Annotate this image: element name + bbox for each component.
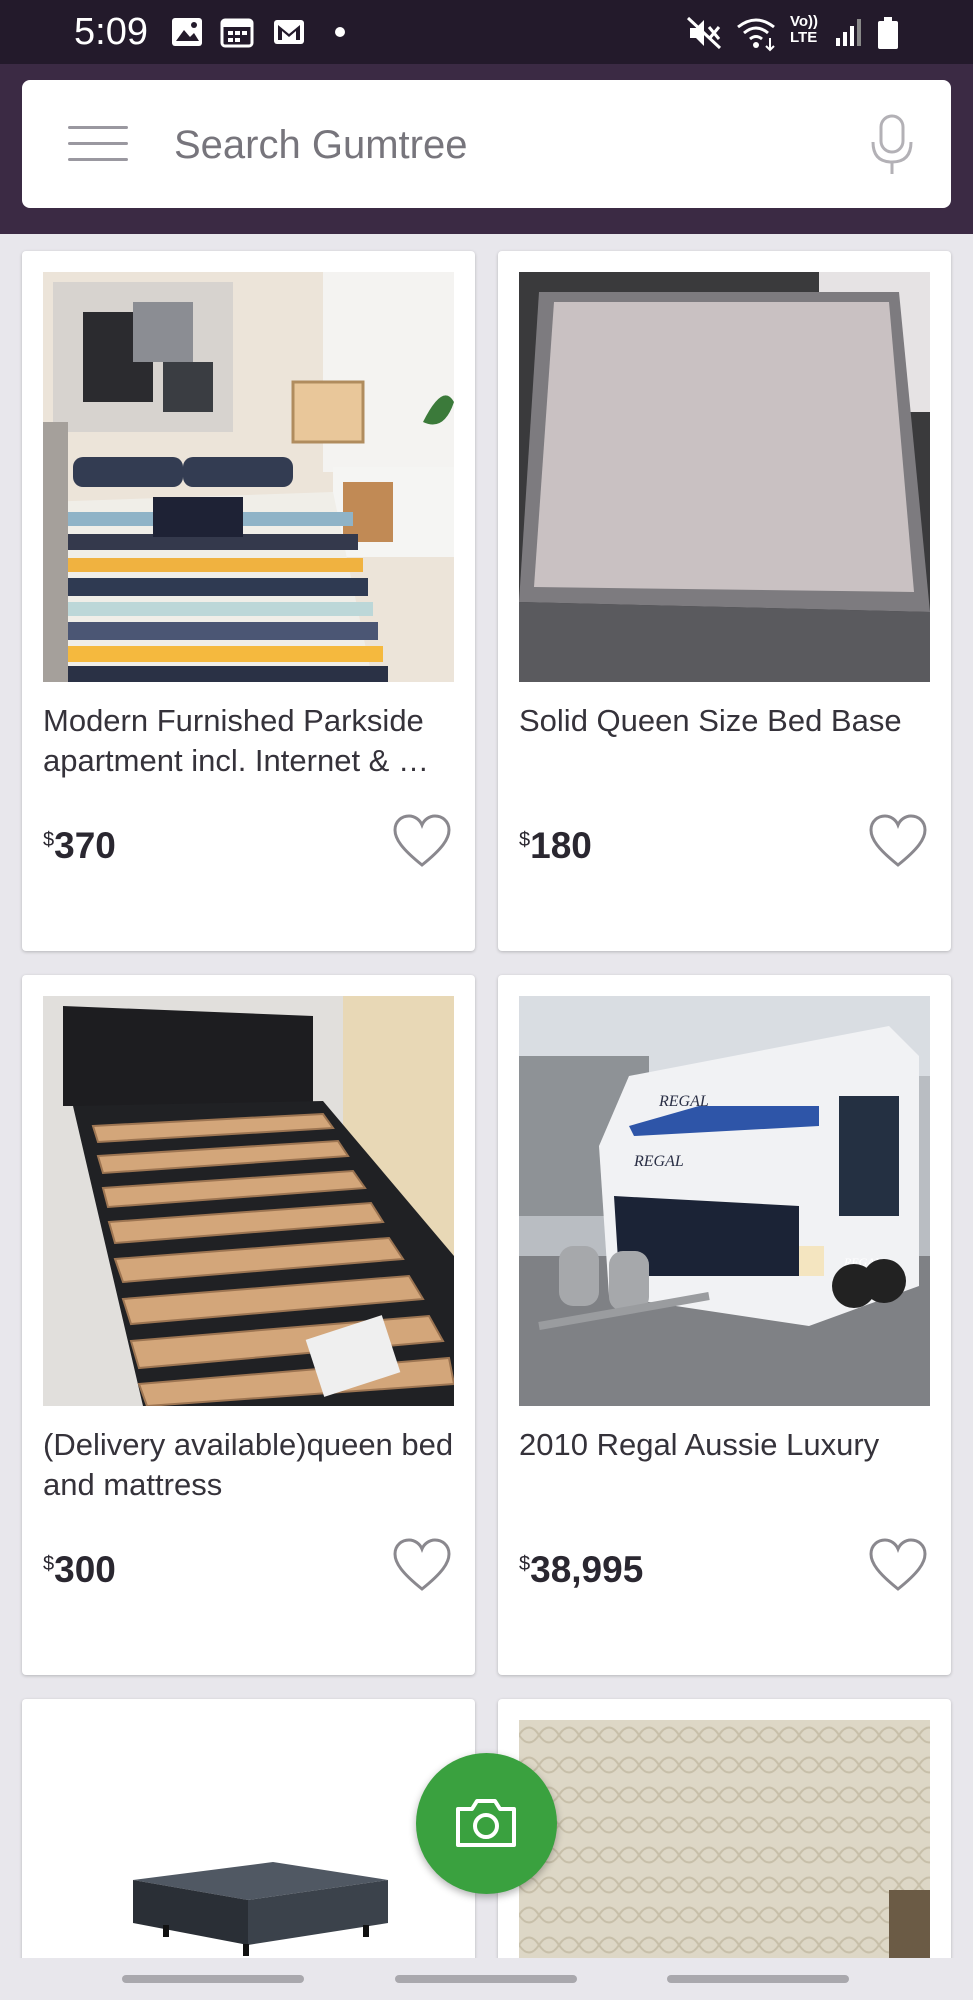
listing-image-caravan[interactable]: REGAL REGAL REGAL bbox=[519, 996, 930, 1406]
price-currency: $ bbox=[43, 1553, 55, 1575]
app-header bbox=[0, 64, 973, 234]
status-time: 5:09 bbox=[74, 11, 148, 53]
image-icon bbox=[172, 18, 202, 46]
caravan-text-1: REGAL bbox=[658, 1093, 709, 1110]
listing-image-bed-base[interactable] bbox=[519, 272, 930, 682]
heart-icon[interactable] bbox=[392, 813, 452, 869]
listing-title[interactable]: Solid Queen Size Bed Base bbox=[519, 701, 931, 741]
price-currency: $ bbox=[43, 829, 55, 851]
signal-icon bbox=[836, 19, 861, 46]
listing-price: $180 bbox=[519, 825, 592, 867]
listing-card[interactable]: (Delivery available)queen bed and mattre… bbox=[22, 975, 475, 1675]
status-bar: 5:09 Vo)) LTE bbox=[0, 0, 973, 64]
listing-price: $370 bbox=[43, 825, 116, 867]
listing-price: $300 bbox=[43, 1549, 116, 1591]
search-bar[interactable] bbox=[22, 80, 951, 208]
battery-icon bbox=[878, 17, 898, 49]
heart-icon[interactable] bbox=[868, 813, 928, 869]
listing-title[interactable]: 2010 Regal Aussie Luxury bbox=[519, 1425, 931, 1465]
gmail-icon bbox=[274, 20, 304, 44]
price-currency: $ bbox=[519, 1553, 531, 1575]
price-value: 38,995 bbox=[530, 1549, 644, 1590]
listing-card[interactable] bbox=[22, 1699, 475, 2000]
volte-icon: Vo)) LTE bbox=[790, 14, 830, 46]
listing-title[interactable]: Modern Furnished Parkside apartment incl… bbox=[43, 701, 455, 781]
listing-card[interactable]: Solid Queen Size Bed Base $180 bbox=[498, 251, 951, 951]
listing-title[interactable]: (Delivery available)queen bed and mattre… bbox=[43, 1425, 455, 1505]
price-currency: $ bbox=[519, 829, 531, 851]
price-value: 300 bbox=[54, 1549, 116, 1590]
listing-card[interactable] bbox=[498, 1699, 951, 2000]
heart-icon[interactable] bbox=[868, 1537, 928, 1593]
price-value: 370 bbox=[54, 825, 116, 866]
microphone-icon[interactable] bbox=[868, 114, 916, 176]
listing-image-bedroom[interactable] bbox=[43, 272, 454, 682]
camera-button[interactable] bbox=[416, 1753, 557, 1894]
nav-recent-apps[interactable] bbox=[122, 1975, 304, 1983]
calendar-icon bbox=[220, 18, 254, 48]
dot-icon bbox=[335, 27, 345, 37]
heart-icon[interactable] bbox=[392, 1537, 452, 1593]
system-nav-bar bbox=[0, 1958, 973, 2000]
mute-icon bbox=[686, 16, 722, 50]
listing-price: $38,995 bbox=[519, 1549, 643, 1591]
listing-card[interactable]: REGAL REGAL REGAL 2010 Regal Aussie Luxu… bbox=[498, 975, 951, 1675]
price-value: 180 bbox=[530, 825, 592, 866]
search-input[interactable] bbox=[172, 112, 656, 178]
volte-label-top: Vo)) bbox=[790, 13, 819, 30]
wifi-icon bbox=[737, 18, 775, 52]
volte-label-bottom: LTE bbox=[790, 29, 818, 46]
nav-back[interactable] bbox=[667, 1975, 849, 1983]
listing-card[interactable]: Modern Furnished Parkside apartment incl… bbox=[22, 251, 475, 951]
listing-image-ensemble-base[interactable] bbox=[43, 1720, 454, 1980]
nav-home[interactable] bbox=[395, 1975, 577, 1983]
camera-icon bbox=[456, 1799, 516, 1847]
listing-image-bed-frame[interactable] bbox=[43, 996, 454, 1406]
caravan-text-2: REGAL bbox=[633, 1153, 684, 1170]
listing-image-mattress[interactable] bbox=[519, 1720, 930, 1980]
hamburger-icon[interactable] bbox=[68, 126, 128, 162]
